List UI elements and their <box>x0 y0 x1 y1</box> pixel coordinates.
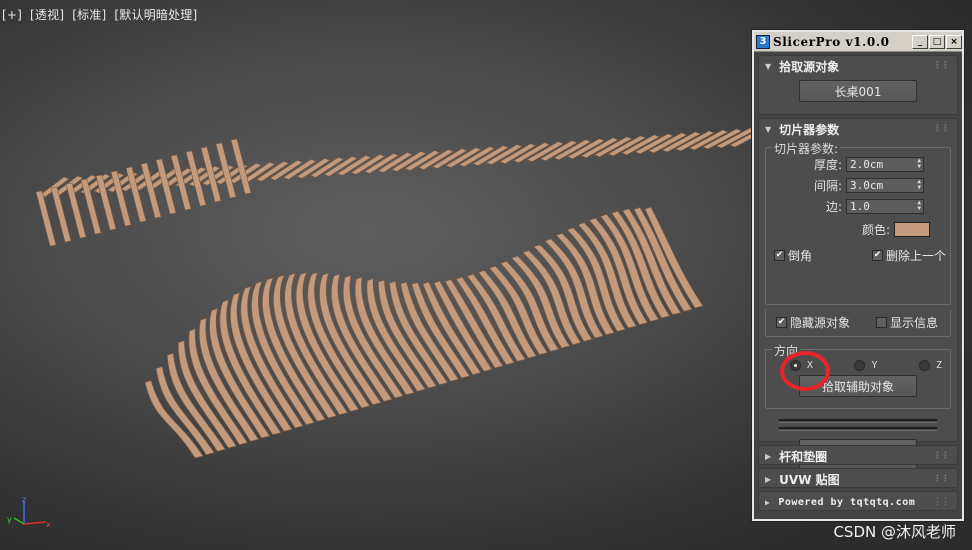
chamfer-check-icon: ✔ <box>774 250 785 261</box>
delete-prev-label: 删除上一个 <box>885 249 946 263</box>
slice-group <box>35 127 760 459</box>
axis-y-radio[interactable]: Y <box>854 360 878 371</box>
spinner-arrows-icon[interactable]: ▲ ▼ <box>917 179 921 191</box>
chamfer-label: 倒角 <box>788 249 813 263</box>
grip-icon: ⋮⋮ <box>933 124 950 134</box>
hide-source-checkbox[interactable]: ✔ 隐藏源对象 <box>776 314 850 331</box>
color-row: 颜色: <box>766 217 950 241</box>
axis-z-text: Z <box>935 360 942 371</box>
edge-label: 边: <box>825 200 842 214</box>
radio-x-icon <box>790 360 801 371</box>
spinner-arrows-icon[interactable]: ▲ ▼ <box>917 200 921 212</box>
rollout-pick-source: ▼ 拾取源对象 ⋮⋮ 长桌001 <box>758 55 958 115</box>
rollout-header-slicer-params[interactable]: ▼ 切片器参数 ⋮⋮ <box>759 119 957 139</box>
grip-icon: ⋮⋮ <box>933 61 950 71</box>
window-titlebar[interactable]: 3 SlicerPro v1.0.0 _ □ × <box>754 32 962 52</box>
grip-icon: ⋮⋮ <box>933 451 950 461</box>
rollout-header-powered[interactable]: ▶ Powered by tqtqtq.com ⋮⋮ <box>759 492 957 512</box>
front-slat <box>50 186 72 243</box>
rollout-slicer-params: ▼ 切片器参数 ⋮⋮ 切片器参数: 厚度: 2.0cm ▲ ▼ 间隔: 3.0cm… <box>758 118 958 471</box>
thickness-value: 2.0cm <box>850 158 884 171</box>
thickness-row: 厚度: 2.0cm ▲ ▼ <box>766 154 950 175</box>
checkbox-row-1: ✔ 倒角 ✔ 删除上一个 <box>766 241 950 264</box>
minimize-button[interactable]: _ <box>912 34 928 49</box>
axis-y-text: Y <box>871 360 878 371</box>
highlight-circle <box>780 351 830 391</box>
radio-y-icon <box>854 360 866 371</box>
slicerpro-window: 3 SlicerPro v1.0.0 _ □ × ▼ 拾取源对象 ⋮⋮ 长桌00… <box>751 29 965 522</box>
grip-icon: ⋮⋮ <box>933 474 950 484</box>
hide-source-check-icon: ✔ <box>776 317 787 328</box>
axis-y-label: y <box>7 515 12 524</box>
color-swatch[interactable] <box>894 221 930 237</box>
show-info-label: 显示信息 <box>889 316 938 330</box>
axis-z-label: z <box>22 496 26 504</box>
edge-spinner[interactable]: 1.0 ▲ ▼ <box>846 199 924 214</box>
axis-gizmo: z x y <box>7 496 51 529</box>
collapse-arrow-icon: ▼ <box>765 61 772 71</box>
expand-arrow-icon: ▶ <box>765 474 772 484</box>
rollout-title: 拾取源对象 <box>779 59 840 74</box>
rollout-rods-washers[interactable]: ▶ 杆和垫圈 ⋮⋮ <box>758 445 958 465</box>
expand-arrow-icon: ▶ <box>765 497 771 507</box>
rollout-powered-by[interactable]: ▶ Powered by tqtqtq.com ⋮⋮ <box>758 491 958 511</box>
spacing-row: 间隔: 3.0cm ▲ ▼ <box>766 175 950 196</box>
rollout-header-uvw[interactable]: ▶ UVW 贴图 ⋮⋮ <box>759 469 957 489</box>
radio-z-icon <box>918 360 930 371</box>
app-icon: 3 <box>756 34 770 49</box>
edge-value: 1.0 <box>850 200 870 213</box>
rollout-header-rods[interactable]: ▶ 杆和垫圈 ⋮⋮ <box>759 446 957 466</box>
show-info-checkbox[interactable]: 显示信息 <box>875 314 938 331</box>
collapse-arrow-icon: ▼ <box>765 124 772 134</box>
edge-row: 边: 1.0 ▲ ▼ <box>766 196 950 217</box>
grip-icon: ⋮⋮ <box>933 497 950 507</box>
spacing-spinner[interactable]: 3.0cm ▲ ▼ <box>846 178 924 193</box>
direction-group: 方向 X Y Z 拾取辅助对象 <box>765 342 951 409</box>
hide-source-label: 隐藏源对象 <box>790 316 851 330</box>
color-label: 颜色: <box>861 222 890 237</box>
rollout-title: 杆和垫圈 <box>779 449 828 464</box>
show-info-check-icon <box>875 317 887 328</box>
watermark: CSDN @沐风老师 <box>833 523 956 541</box>
separator-2 <box>779 427 937 431</box>
expand-arrow-icon: ▶ <box>765 451 772 461</box>
front-slat <box>230 138 252 195</box>
rollout-uvw[interactable]: ▶ UVW 贴图 ⋮⋮ <box>758 468 958 488</box>
front-slat <box>155 158 177 215</box>
pick-source-button[interactable]: 长桌001 <box>799 80 917 102</box>
spacing-label: 间隔: <box>813 179 842 193</box>
delete-prev-check-icon: ✔ <box>871 250 883 261</box>
axis-z-radio[interactable]: Z <box>918 360 942 371</box>
axis-x-label: x <box>46 520 51 529</box>
maximize-button[interactable]: □ <box>929 34 945 49</box>
spinner-arrows-icon[interactable]: ▲ ▼ <box>917 158 921 170</box>
visibility-group: ✔ 隐藏源对象 显示信息 <box>765 309 951 337</box>
rollout-title: UVW 贴图 <box>779 472 840 487</box>
spacing-value: 3.0cm <box>850 179 884 192</box>
sliced-table-model[interactable] <box>0 0 760 550</box>
chamfer-checkbox[interactable]: ✔ 倒角 <box>774 247 812 264</box>
thickness-spinner[interactable]: 2.0cm ▲ ▼ <box>846 157 924 172</box>
params-group: 切片器参数: 厚度: 2.0cm ▲ ▼ 间隔: 3.0cm ▲ ▼ 边: 1.0 <box>765 140 951 305</box>
axis-radio-row: X Y Z <box>766 351 950 391</box>
params-group-label: 切片器参数: <box>772 140 841 157</box>
close-button[interactable]: × <box>946 34 962 49</box>
rollout-title: Powered by tqtqtq.com <box>778 496 916 508</box>
rollout-header-pick-source[interactable]: ▼ 拾取源对象 ⋮⋮ <box>759 56 957 76</box>
thickness-label: 厚度: <box>813 158 842 172</box>
delete-prev-checkbox[interactable]: ✔ 删除上一个 <box>871 247 946 264</box>
rollout-title: 切片器参数 <box>779 122 840 137</box>
window-title: SlicerPro v1.0.0 <box>773 34 890 49</box>
front-slat <box>35 190 57 247</box>
